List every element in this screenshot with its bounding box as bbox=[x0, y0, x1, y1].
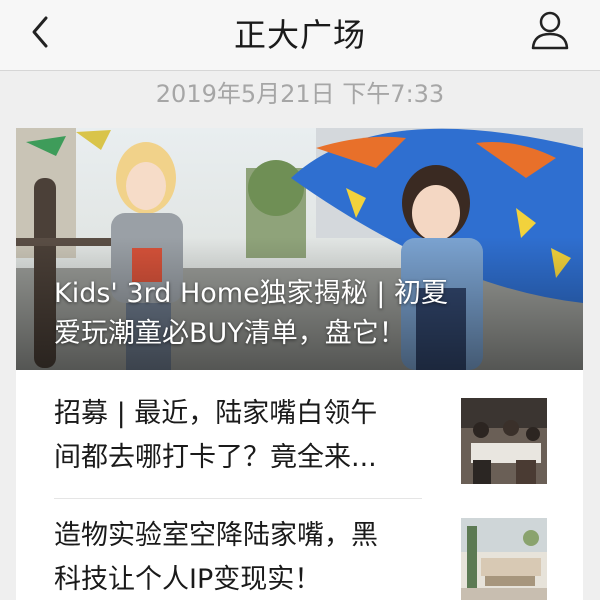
article-title: 招募 | 最近，陆家嘴白领午 间都去哪打卡了？竟全来... bbox=[54, 392, 434, 480]
person-icon bbox=[531, 11, 569, 50]
profile-button[interactable] bbox=[528, 8, 572, 52]
article-list-screen: 正大广场 2019年5月21日 下午7:33 Kids' 3rd Home独家揭… bbox=[0, 0, 600, 600]
message-timestamp: 2019年5月21日 下午7:33 bbox=[155, 80, 445, 108]
article-thumbnail bbox=[461, 518, 547, 600]
article-title: 造物实验室空降陆家嘴，黑 科技让个人IP变现实！ bbox=[54, 514, 434, 600]
page-title: 正大广场 bbox=[233, 16, 366, 54]
hero-title-line: 爱玩潮童必BUY清单，盘它！ bbox=[54, 318, 406, 349]
article-card: Kids' 3rd Home独家揭秘 | 初夏 爱玩潮童必BUY清单，盘它！ 招… bbox=[16, 128, 583, 600]
article-title-line: 造物实验室空降陆家嘴，黑 bbox=[54, 520, 378, 551]
thumbnail-image bbox=[461, 518, 547, 600]
article-thumbnail bbox=[461, 398, 547, 484]
article-title-line: 间都去哪打卡了？竟全来... bbox=[54, 442, 377, 473]
hero-title: Kids' 3rd Home独家揭秘 | 初夏 爱玩潮童必BUY清单，盘它！ bbox=[54, 274, 564, 354]
article-title-line: 招募 | 最近，陆家嘴白领午 bbox=[54, 398, 378, 429]
list-divider bbox=[54, 498, 422, 499]
thumbnail-image bbox=[461, 398, 547, 484]
hero-article[interactable]: Kids' 3rd Home独家揭秘 | 初夏 爱玩潮童必BUY清单，盘它！ bbox=[16, 128, 583, 370]
article-title-line: 科技让个人IP变现实！ bbox=[54, 564, 322, 595]
nav-bar: 正大广场 bbox=[0, 0, 600, 71]
hero-title-line: Kids' 3rd Home独家揭秘 | 初夏 bbox=[54, 278, 448, 309]
list-item[interactable]: 招募 | 最近，陆家嘴白领午 间都去哪打卡了？竟全来... bbox=[16, 378, 583, 496]
list-item[interactable]: 造物实验室空降陆家嘴，黑 科技让个人IP变现实！ bbox=[16, 500, 583, 600]
